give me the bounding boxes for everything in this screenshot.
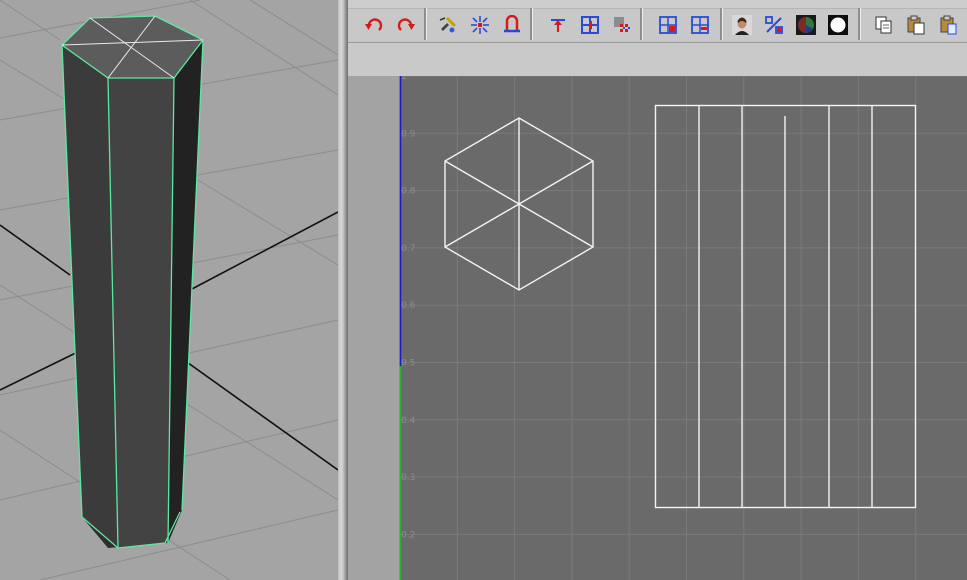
toolbar-top-row-partial bbox=[348, 0, 967, 9]
uv-canvas: 1 0.9 0.8 0.7 0.6 0.5 0.4 0.3 0.2 bbox=[399, 76, 967, 580]
v-axis-tick-label: 0.6 bbox=[401, 301, 416, 311]
rgb-channels-icon bbox=[796, 15, 816, 35]
v-axis-tick-label: 0.7 bbox=[401, 244, 415, 254]
uv-texture-editor-panel: 1 0.9 0.8 0.7 0.6 0.5 0.4 0.3 0.2 bbox=[348, 0, 967, 580]
viewport-scene bbox=[0, 0, 338, 580]
rotate-ccw-icon bbox=[365, 18, 383, 31]
v-axis-tick-label: 1 bbox=[401, 76, 407, 82]
layout-uv-button[interactable] bbox=[610, 13, 634, 37]
toolbar-separator bbox=[424, 8, 427, 40]
alpha-channel-button[interactable] bbox=[826, 13, 850, 37]
uv-canvas-background bbox=[400, 76, 967, 580]
hex-prism-object bbox=[60, 15, 204, 549]
pane-divider[interactable] bbox=[338, 0, 348, 580]
uv-editor-toolbar bbox=[348, 0, 967, 43]
copy-uv-icon bbox=[875, 16, 892, 34]
move-sew-icon bbox=[504, 15, 520, 33]
toolbar-separator bbox=[530, 8, 533, 40]
pixel-snap-button[interactable] bbox=[762, 13, 786, 37]
perspective-viewport[interactable] bbox=[0, 0, 338, 580]
paste-uv-alt-button[interactable] bbox=[936, 13, 960, 37]
toolbar-separator bbox=[640, 8, 643, 40]
rotate-ccw-button[interactable] bbox=[362, 13, 386, 37]
image-range-icon bbox=[659, 16, 677, 34]
move-sew-button[interactable] bbox=[500, 13, 524, 37]
toolbar-separator bbox=[858, 8, 861, 40]
snap-grid-button[interactable] bbox=[578, 13, 602, 37]
texture-image-icon bbox=[732, 15, 752, 35]
paste-uv-button[interactable] bbox=[904, 13, 928, 37]
uv-editor-header-space bbox=[348, 43, 967, 77]
paste-uv-alt-icon bbox=[940, 15, 957, 35]
v-axis-tick-label: 0.5 bbox=[401, 359, 415, 369]
sew-uv-button[interactable] bbox=[468, 13, 492, 37]
image-range-button[interactable] bbox=[656, 13, 680, 37]
uv-editor-viewport[interactable]: 1 0.9 0.8 0.7 0.6 0.5 0.4 0.3 0.2 bbox=[348, 76, 967, 580]
cut-uv-icon bbox=[439, 16, 457, 33]
paste-uv-icon bbox=[907, 15, 925, 35]
display-unfiltered-icon bbox=[691, 16, 709, 34]
layout-uv-icon bbox=[614, 17, 630, 32]
align-top-button[interactable] bbox=[546, 13, 570, 37]
v-axis-tick-label: 0.8 bbox=[401, 187, 416, 197]
sew-uv-icon bbox=[471, 16, 489, 34]
rotate-cw-icon bbox=[397, 18, 415, 31]
toolbar-separator bbox=[720, 8, 723, 40]
v-axis-tick-label: 0.4 bbox=[401, 416, 416, 426]
align-top-icon bbox=[551, 19, 565, 32]
v-axis-tick-label: 0.9 bbox=[401, 129, 416, 139]
v-axis-tick-label: 0.2 bbox=[401, 530, 415, 540]
snap-grid-icon bbox=[581, 16, 599, 34]
rgb-channels-button[interactable] bbox=[794, 13, 818, 37]
display-unfiltered-button[interactable] bbox=[688, 13, 712, 37]
cut-uv-button[interactable] bbox=[436, 13, 460, 37]
copy-uv-button[interactable] bbox=[872, 13, 896, 37]
v-axis-tick-label: 0.3 bbox=[401, 473, 415, 483]
alpha-channel-icon bbox=[828, 15, 848, 35]
pixel-snap-icon bbox=[765, 16, 783, 34]
rotate-cw-button[interactable] bbox=[394, 13, 418, 37]
texture-image-button[interactable] bbox=[730, 13, 754, 37]
